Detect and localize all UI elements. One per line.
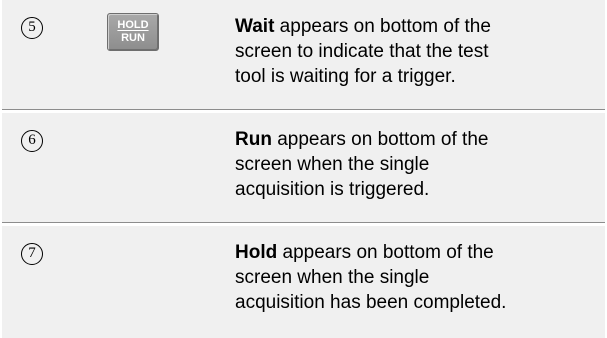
hold-run-key-icon: HOLD RUN [107,13,159,51]
description-line: appears on bottom of the [271,129,489,150]
step-number: 7 [21,243,43,265]
description-line: screen when the single [235,267,430,288]
step-number: 6 [21,130,43,152]
description-line: acquisition is triggered. [235,179,430,200]
key-label-bottom: RUN [121,32,145,44]
description-line: appears on bottom of the [274,16,491,37]
status-term: Wait [235,16,275,37]
step-row-6: 6 Run appears on bottom of the screen wh… [2,113,605,223]
status-term: Hold [235,242,278,263]
description-line: appears on bottom of the [277,242,494,263]
status-term: Run [235,129,272,150]
step-description: Hold appears on bottom of the screen whe… [235,240,595,315]
step-number: 5 [21,17,43,39]
step-description: Run appears on bottom of the screen when… [235,127,595,202]
steps-table: 5 HOLD RUN Wait appears on bottom of the… [2,0,605,338]
step-row-5: 5 HOLD RUN Wait appears on bottom of the… [2,0,605,110]
description-line: acquisition has been completed. [235,292,507,313]
step-row-7: 7 Hold appears on bottom of the screen w… [2,226,605,338]
description-line: screen to indicate that the test [235,41,489,62]
step-description: Wait appears on bottom of the screen to … [235,14,595,89]
description-line: tool is waiting for a trigger. [235,66,456,87]
description-line: screen when the single [235,154,430,175]
key-label-top: HOLD [117,19,149,31]
